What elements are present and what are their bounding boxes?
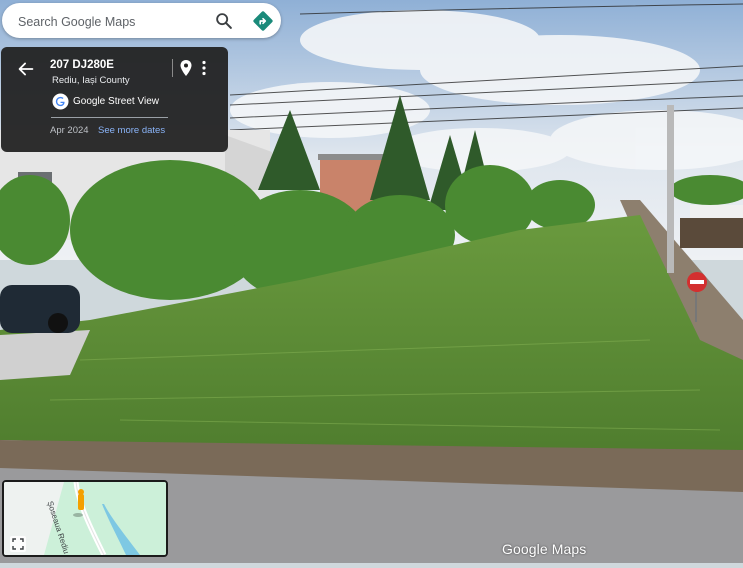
source-label: Google Street View [73, 96, 159, 107]
divider [172, 59, 173, 77]
locality-text: Rediu, Iași County [52, 75, 130, 86]
search-icon [216, 13, 232, 29]
street-view-info-card: 207 DJ280E Rediu, Iași County Google Str… [1, 47, 228, 152]
more-vert-icon [202, 60, 206, 76]
mini-map[interactable]: Șoseaua Rediu [2, 480, 168, 557]
expand-map-button[interactable] [10, 536, 26, 552]
search-bar [2, 3, 281, 40]
search-input[interactable] [16, 3, 210, 40]
google-maps-logo: Google Maps [502, 541, 587, 557]
search-button[interactable] [213, 10, 235, 32]
back-button[interactable] [15, 58, 37, 80]
directions-icon [253, 11, 273, 31]
directions-button[interactable] [252, 10, 274, 32]
address-title: 207 DJ280E [50, 59, 114, 71]
mini-map-canvas [4, 482, 166, 555]
more-options-button[interactable] [197, 59, 211, 77]
card-separator [51, 117, 168, 118]
google-logo-icon [52, 93, 69, 110]
arrow-back-icon [18, 62, 34, 76]
map-pin-icon [180, 60, 192, 76]
see-more-dates-link[interactable]: See more dates [98, 125, 165, 136]
capture-date: Apr 2024 [50, 125, 89, 136]
show-on-map-button[interactable] [178, 59, 194, 77]
fullscreen-icon [12, 538, 24, 550]
